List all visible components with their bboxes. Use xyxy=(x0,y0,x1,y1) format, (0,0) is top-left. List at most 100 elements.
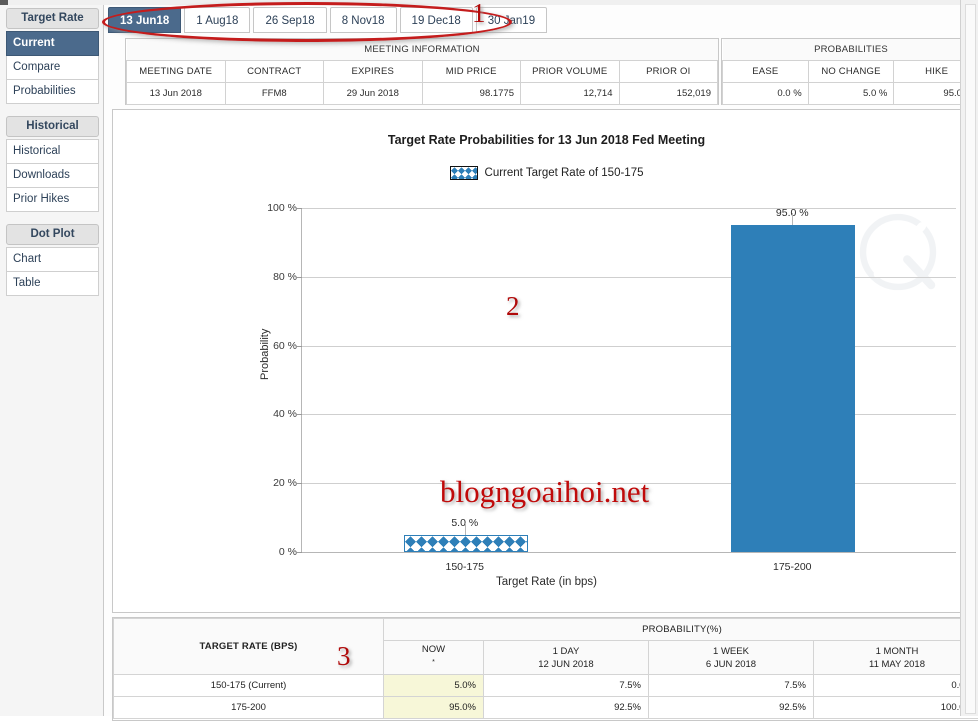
meeting-info-column-header: EXPIRES xyxy=(324,61,423,83)
sidebar-item-historical[interactable]: Historical xyxy=(6,139,99,164)
probabilities-column-header: NO CHANGE xyxy=(808,61,894,83)
x-tick-label: 150-175 xyxy=(445,561,484,573)
probabilities-column-header: EASE xyxy=(723,61,809,83)
probabilities-summary-table: PROBABILITIES EASENO CHANGEHIKE 0.0 %5.0… xyxy=(722,39,978,105)
bar-150-175[interactable] xyxy=(404,535,528,552)
column-header-line1: NOW xyxy=(391,643,476,656)
sidebar: Target RateCurrentCompareProbabilities Hi… xyxy=(0,5,104,716)
meeting-information-table: MEETING INFORMATION MEETING DATECONTRACT… xyxy=(126,39,718,105)
bar-connector-line xyxy=(465,523,466,535)
meeting-info-cell: 29 Jun 2018 xyxy=(324,83,423,105)
probabilities-value-row: 0.0 %5.0 %95.0 % xyxy=(723,83,978,105)
sidebar-item-chart[interactable]: Chart xyxy=(6,247,99,272)
gridline xyxy=(302,346,956,347)
y-tick-label: 20 % xyxy=(273,477,297,489)
sidebar-item-downloads[interactable]: Downloads xyxy=(6,164,99,188)
probability-cell: 0.0% xyxy=(814,675,978,697)
meeting-info-header-row: MEETING DATECONTRACTEXPIRESMID PRICEPRIO… xyxy=(127,61,718,83)
probability-column-header-2: 1 WEEK6 JUN 2018 xyxy=(649,641,814,675)
chart-title: Target Rate Probabilities for 13 Jun 201… xyxy=(113,133,978,147)
sidebar-item-prior-hikes[interactable]: Prior Hikes xyxy=(6,188,99,212)
meeting-info-cell: FFM8 xyxy=(225,83,324,105)
chart-legend: Current Target Rate of 150-175 xyxy=(113,166,978,180)
column-header-line2: 11 MAY 2018 xyxy=(821,658,973,671)
meeting-info-value-row: 13 Jun 2018FFM829 Jun 201898.177512,7141… xyxy=(127,83,718,105)
meeting-info-column-header: PRIOR VOLUME xyxy=(521,61,620,83)
meeting-information-panel: MEETING INFORMATION MEETING DATECONTRACT… xyxy=(125,38,719,105)
sidebar-group-gap xyxy=(0,104,103,113)
table-row: 150-175 (Current)5.0%7.5%7.5%0.0% xyxy=(114,675,978,697)
probabilities-cell: 0.0 % xyxy=(723,83,809,105)
meeting-info-cell: 13 Jun 2018 xyxy=(127,83,226,105)
probability-column-header-3: 1 MONTH11 MAY 2018 xyxy=(814,641,978,675)
annotation-ellipse-tabs xyxy=(102,2,512,42)
probabilities-header-row: EASENO CHANGEHIKE xyxy=(723,61,978,83)
legend-swatch-icon xyxy=(450,166,478,180)
meeting-info-column-header: PRIOR OI xyxy=(619,61,718,83)
gridline xyxy=(302,277,956,278)
meeting-info-column-header: MID PRICE xyxy=(422,61,521,83)
probability-cell: 95.0% xyxy=(384,697,484,719)
vertical-scrollbar[interactable] xyxy=(960,0,978,716)
site-watermark-text: blogngoaihoi.net xyxy=(440,474,649,510)
column-header-line1: 1 MONTH xyxy=(821,645,973,658)
probability-cell: 92.5% xyxy=(484,697,649,719)
probability-cell: 100.0% xyxy=(814,697,978,719)
probability-table-body: 150-175 (Current)5.0%7.5%7.5%0.0%175-200… xyxy=(114,675,978,719)
y-tick-mark xyxy=(297,346,302,347)
meeting-info-cell: 98.1775 xyxy=(422,83,521,105)
probability-row-category: 175-200 xyxy=(114,697,384,719)
probabilities-summary-panel: PROBABILITIES EASENO CHANGEHIKE 0.0 %5.0… xyxy=(721,38,978,105)
y-tick-mark xyxy=(297,277,302,278)
probabilities-group-title: PROBABILITIES xyxy=(723,39,978,61)
y-tick-label: 0 % xyxy=(279,546,297,558)
probability-cell: 92.5% xyxy=(649,697,814,719)
sidebar-group-header: Dot Plot xyxy=(6,224,99,245)
legend-label: Current Target Rate of 150-175 xyxy=(485,167,644,179)
probabilities-cell: 5.0 % xyxy=(808,83,894,105)
annotation-marker-3: 3 xyxy=(337,641,351,672)
x-axis-label: Target Rate (in bps) xyxy=(113,576,978,588)
scrollbar-thumb[interactable] xyxy=(965,4,976,714)
column-header-line1: 1 WEEK xyxy=(656,645,806,658)
sidebar-item-table[interactable]: Table xyxy=(6,272,99,296)
probability-table-panel: TARGET RATE (BPS) PROBABILITY(%) NOW*1 D… xyxy=(112,617,978,721)
chart-panel: Target Rate Probabilities for 13 Jun 201… xyxy=(112,109,978,613)
meeting-info-column-header: CONTRACT xyxy=(225,61,324,83)
probability-table-group-header: PROBABILITY(%) xyxy=(384,619,978,641)
y-tick-mark xyxy=(297,414,302,415)
sidebar-group-gap xyxy=(0,212,103,221)
x-tick-label: 175-200 xyxy=(773,561,812,573)
gridline xyxy=(302,208,956,209)
application-window: Target RateCurrentCompareProbabilities Hi… xyxy=(0,0,978,716)
probability-cell: 7.5% xyxy=(649,675,814,697)
main-content: 13 Jun181 Aug1826 Sep188 Nov1819 Dec1830… xyxy=(104,5,960,716)
y-axis-label: Probability xyxy=(259,329,271,380)
meeting-info-column-header: MEETING DATE xyxy=(127,61,226,83)
column-header-line2: 12 JUN 2018 xyxy=(491,658,641,671)
annotation-marker-2: 2 xyxy=(506,291,520,322)
table-row: 175-20095.0%92.5%92.5%100.0% xyxy=(114,697,978,719)
y-tick-label: 80 % xyxy=(273,271,297,283)
y-tick-mark xyxy=(297,208,302,209)
meeting-info-cell: 12,714 xyxy=(521,83,620,105)
sidebar-item-current[interactable]: Current xyxy=(6,31,99,56)
annotation-marker-1: 1 xyxy=(472,0,486,29)
probability-cell: 7.5% xyxy=(484,675,649,697)
footnote-asterisk: * xyxy=(432,659,435,666)
probability-row-category: 150-175 (Current) xyxy=(114,675,384,697)
sidebar-item-compare[interactable]: Compare xyxy=(6,56,99,80)
probability-cell: 5.0% xyxy=(384,675,484,697)
sidebar-group-header: Historical xyxy=(6,116,99,137)
y-tick-mark xyxy=(297,483,302,484)
column-header-line2: 6 JUN 2018 xyxy=(656,658,806,671)
meeting-info-cell: 152,019 xyxy=(619,83,718,105)
y-tick-label: 100 % xyxy=(267,202,297,214)
bar-175-200[interactable] xyxy=(731,225,855,552)
sidebar-group-header: Target Rate xyxy=(6,8,99,29)
meeting-info-group-title: MEETING INFORMATION xyxy=(127,39,718,61)
y-tick-label: 60 % xyxy=(273,340,297,352)
sidebar-item-probabilities[interactable]: Probabilities xyxy=(6,80,99,104)
x-axis-line xyxy=(302,552,956,553)
probability-column-header-1: 1 DAY12 JUN 2018 xyxy=(484,641,649,675)
